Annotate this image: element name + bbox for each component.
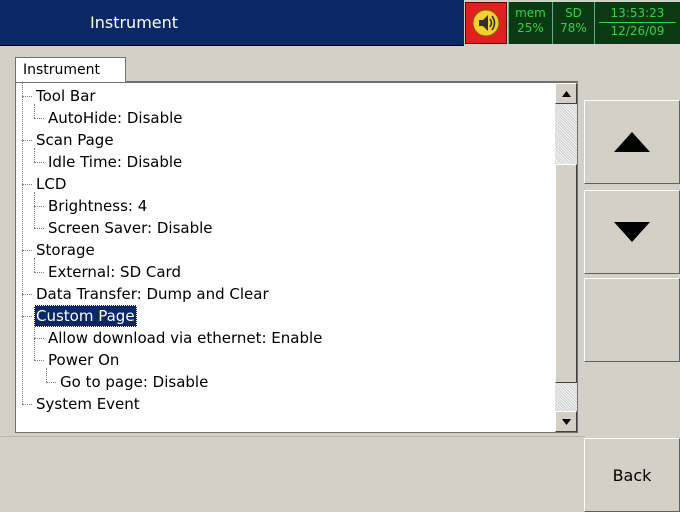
settings-tree: Tool Bar AutoHide: Disable Scan Page Idle T… <box>16 83 554 432</box>
tree-item[interactable]: AutoHide: Disable <box>16 107 554 129</box>
tree-item-label: Storage <box>36 241 95 259</box>
scroll-up-arrow-icon <box>561 90 571 97</box>
clock-divider <box>599 22 676 23</box>
tree-item-label: Idle Time: Disable <box>48 153 183 171</box>
tree-item[interactable]: Custom Page <box>16 305 554 327</box>
memory-value: 25% <box>517 21 544 35</box>
page-title: Instrument <box>90 13 179 32</box>
scroll-up-button[interactable] <box>555 83 577 104</box>
tree-item[interactable]: Screen Saver: Disable <box>16 217 554 239</box>
tree-item[interactable]: Tool Bar <box>16 85 554 107</box>
tree-item-label: Data Transfer: Dump and Clear <box>36 285 269 303</box>
tree-item[interactable]: Idle Time: Disable <box>16 151 554 173</box>
tab-instrument[interactable]: Instrument <box>15 57 126 82</box>
sd-status: SD 78% <box>552 2 594 44</box>
clock-date: 12/26/09 <box>610 24 665 38</box>
bottom-divider <box>0 436 584 437</box>
scroll-down-button[interactable] <box>555 411 577 432</box>
tree-item[interactable]: Go to page: Disable <box>16 371 554 393</box>
memory-status: mem 25% <box>508 2 552 44</box>
move-up-button[interactable] <box>584 100 680 184</box>
speaker-icon <box>472 9 500 37</box>
scrollbar-thumb[interactable] <box>555 164 577 383</box>
blank-button[interactable] <box>584 278 680 362</box>
tree-item-label: Power On <box>48 351 120 369</box>
tree-item-label: Allow download via ethernet: Enable <box>48 329 323 347</box>
tree-item-label: Go to page: Disable <box>60 373 209 391</box>
tree-item-label: External: SD Card <box>48 263 181 281</box>
tree-item[interactable]: Allow download via ethernet: Enable <box>16 327 554 349</box>
move-down-button[interactable] <box>584 190 680 274</box>
sd-value: 78% <box>560 21 587 35</box>
memory-label: mem <box>515 6 546 20</box>
tree-item[interactable]: Scan Page <box>16 129 554 151</box>
tree-item-label: AutoHide: Disable <box>48 109 183 127</box>
tree-item-label: Scan Page <box>36 131 114 149</box>
tree-item[interactable]: External: SD Card <box>16 261 554 283</box>
tree-item[interactable]: System Event <box>16 393 554 415</box>
tree-item-label: Brightness: 4 <box>48 197 148 215</box>
tree-item-label: LCD <box>36 175 67 193</box>
back-button[interactable]: Back <box>584 438 680 512</box>
tree-item[interactable]: LCD <box>16 173 554 195</box>
speaker-button[interactable] <box>465 2 507 44</box>
sd-label: SD <box>565 6 582 20</box>
tree-item[interactable]: Data Transfer: Dump and Clear <box>16 283 554 305</box>
tree-item-label: Tool Bar <box>36 87 96 105</box>
scroll-down-arrow-icon <box>561 418 571 425</box>
tree-item[interactable]: Brightness: 4 <box>16 195 554 217</box>
up-arrow-icon <box>614 132 650 152</box>
tree-item-label: Screen Saver: Disable <box>48 219 213 237</box>
tree-item-label: Custom Page <box>34 305 137 327</box>
tree-item[interactable]: Power On <box>16 349 554 371</box>
tree-item[interactable]: Storage <box>16 239 554 261</box>
clock-status: 13:53:23 12/26/09 <box>594 2 680 44</box>
clock-time: 13:53:23 <box>610 6 665 20</box>
down-arrow-icon <box>614 222 650 242</box>
tree-item-label: System Event <box>36 395 140 413</box>
